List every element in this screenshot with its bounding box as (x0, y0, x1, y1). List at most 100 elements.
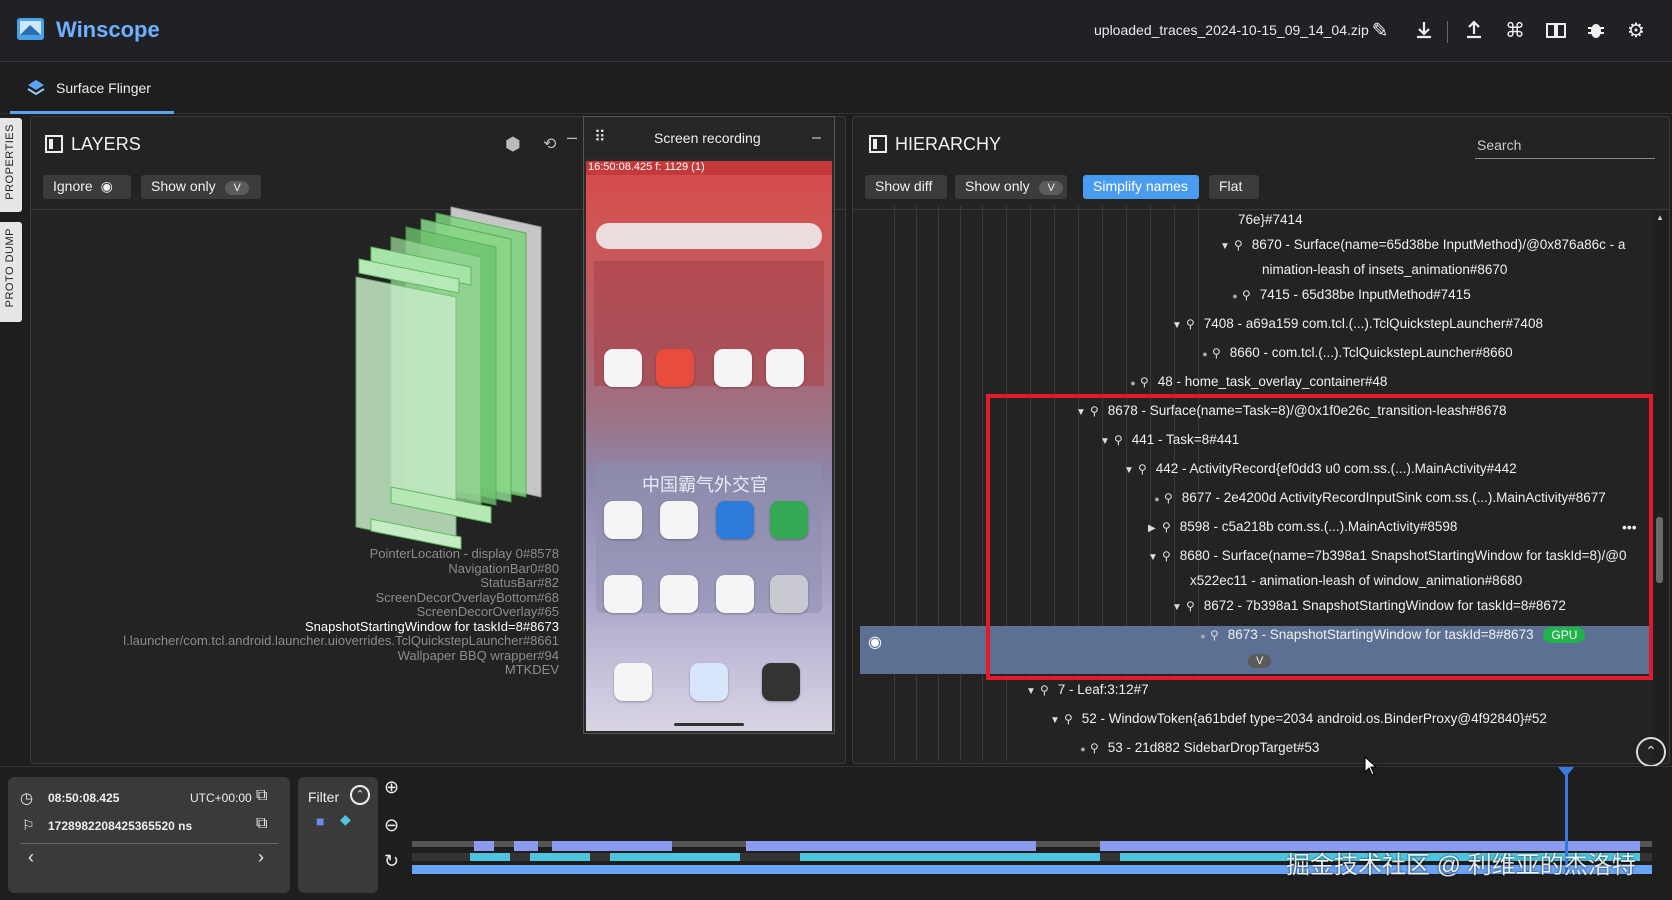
hierarchy-title: HIERARCHY (895, 134, 1002, 154)
flag-icon: ⚐ (22, 817, 35, 833)
settings-icon[interactable]: ⚙ (1624, 19, 1648, 43)
proto-dump-side-tab[interactable]: PROTO DUMP (0, 222, 22, 322)
expand-caret-icon[interactable]: ▼ (1172, 320, 1186, 331)
play-store-app-icon (660, 575, 698, 613)
gmail-app-icon (714, 349, 752, 387)
tree-row[interactable]: nimation-leash of insets_animation#8670 (1262, 262, 1507, 288)
tab-surface-flinger[interactable]: Surface Flinger (10, 62, 174, 114)
pin-icon[interactable]: ⚲ (1090, 741, 1104, 755)
surface-flinger-trace-icon[interactable]: ◆ (340, 811, 351, 828)
tree-row[interactable]: ● ⚲ 53 - 21d882 SidebarDropTarget#53 (1076, 740, 1319, 766)
minimize-icon[interactable]: – (812, 129, 821, 147)
expand-caret-icon[interactable]: ▼ (1026, 686, 1040, 697)
pin-icon[interactable]: ⚲ (1140, 375, 1154, 389)
filter-expand-icon[interactable]: ⌃ (350, 785, 370, 805)
layer-label[interactable]: l.launcher/com.tcl.android.launcher.uiov… (123, 633, 559, 649)
copy-icon[interactable]: ⧉ (256, 815, 267, 833)
tree-row[interactable]: 76e}#7414 (1238, 212, 1303, 238)
phone-app-icon (614, 663, 652, 701)
leaf-dot-icon: ● (1202, 349, 1208, 359)
show-only-toggle[interactable]: Show only V (141, 175, 261, 199)
timeline-tracks[interactable] (410, 767, 1662, 900)
docs-icon[interactable] (1544, 19, 1568, 43)
pin-icon[interactable]: ⚲ (1242, 288, 1256, 302)
pin-icon[interactable]: ⚲ (1234, 238, 1248, 252)
tree-row[interactable]: ● ⚲ 7415 - 65d38be InputMethod#7415 (1228, 287, 1470, 313)
pin-icon[interactable]: ⚲ (1186, 317, 1200, 331)
annotation-highlight-box (986, 394, 1653, 680)
scroll-to-selected-icon[interactable]: ⌃ (1636, 737, 1666, 767)
show-only-label: Show only (151, 178, 216, 194)
time-value[interactable]: 08:50:08.425 (48, 791, 119, 805)
layer-label[interactable]: Wallpaper BBQ wrapper#94 (123, 648, 559, 664)
layer-label-highlighted[interactable]: SnapshotStartingWindow for taskId=8#8673 (123, 619, 559, 635)
zoom-in-icon[interactable]: ⊕ (384, 777, 399, 798)
next-entry-icon[interactable]: › (258, 847, 264, 868)
panel-divider (853, 209, 1669, 210)
scroll-up-icon[interactable]: ▲ (1656, 213, 1664, 222)
bug-report-icon[interactable] (1584, 19, 1608, 43)
flat-toggle[interactable]: Flat (1209, 175, 1259, 199)
tree-scrollbar[interactable]: ▲ (1653, 211, 1667, 763)
download-icon[interactable] (1412, 19, 1436, 43)
expand-caret-icon[interactable]: ▼ (1220, 241, 1234, 252)
app-title: Winscope (56, 17, 160, 42)
filter-label[interactable]: Filter (308, 789, 339, 805)
layer-label[interactable]: MTKDEV (123, 662, 559, 678)
properties-side-tab[interactable]: PROPERTIES (0, 118, 22, 212)
timestamp-ns-value[interactable]: 1728982208425365520 ns (48, 819, 192, 833)
tree-guide (894, 206, 895, 761)
zoom-out-icon[interactable]: ⊖ (384, 815, 399, 836)
leaf-dot-icon: ● (1232, 291, 1238, 301)
tree-row[interactable]: ● ⚲ 8660 - com.tcl.(...).TclQuickstepLaun… (1198, 345, 1512, 371)
search-input[interactable]: Search (1475, 127, 1655, 159)
smart-manager-app-icon (716, 501, 754, 539)
tree-guide (960, 206, 961, 761)
mouse-pointer-icon (1364, 756, 1378, 776)
copy-icon[interactable]: ⧉ (256, 787, 267, 805)
pin-icon[interactable]: ⚲ (1064, 712, 1078, 726)
top-app-bar: Winscope uploaded_traces_2024-10-15_09_1… (0, 0, 1672, 62)
screen-recording-header[interactable]: ⠿ Screen recording – (584, 117, 834, 157)
pin-icon[interactable]: ⚲ (1040, 683, 1054, 697)
reset-zoom-icon[interactable]: ↻ (384, 851, 399, 872)
pin-icon[interactable]: ⚲ (1212, 346, 1226, 360)
row-text: 53 - 21d882 SidebarDropTarget#53 (1107, 740, 1320, 755)
layer-label[interactable]: StatusBar#82 (123, 575, 559, 591)
layer-label[interactable]: ScreenDecorOverlayBottom#68 (123, 590, 559, 606)
scrollbar-thumb[interactable] (1656, 517, 1663, 583)
winscope-logo-icon (17, 18, 44, 40)
tree-row[interactable]: ▼ ⚲ 7408 - a69a159 com.tcl.(...).TclQuick… (1172, 316, 1543, 342)
tree-row[interactable]: ▼ ⚲ 7 - Leaf:3:12#7 (1026, 682, 1149, 708)
tree-guide (938, 206, 939, 761)
row-text: 52 - WindowToken{a61bdef type=2034 andro… (1081, 711, 1547, 726)
show-only-toggle[interactable]: Show only V (955, 175, 1067, 199)
google-folder-icon (604, 575, 642, 613)
prev-entry-icon[interactable]: ‹ (28, 847, 34, 868)
visibility-eye-icon[interactable]: ◉ (868, 632, 882, 652)
drag-handle-icon[interactable]: ⠿ (594, 127, 606, 147)
layers-3d-view[interactable] (311, 197, 591, 557)
panel-collapse-icon[interactable] (869, 135, 887, 153)
rotate-view-icon[interactable]: ⟲ (543, 134, 556, 154)
layer-label[interactable]: NavigationBar0#80 (123, 561, 559, 577)
show-diff-toggle[interactable]: Show diff (865, 175, 947, 199)
expand-caret-icon[interactable]: ▼ (1050, 715, 1064, 726)
simplify-names-toggle[interactable]: Simplify names (1083, 175, 1199, 199)
upload-icon[interactable] (1462, 19, 1486, 43)
panel-collapse-icon[interactable] (45, 135, 63, 153)
screen-recording-overlay[interactable]: ⠿ Screen recording – 16:50:08.425 f: 112… (583, 116, 835, 734)
tree-row[interactable]: ▼ ⚲ 52 - WindowToken{a61bdef type=2034 an… (1050, 711, 1547, 737)
trace-tab-bar: Surface Flinger (0, 62, 1672, 114)
ignore-toggle[interactable]: Ignore ◉ (43, 175, 131, 199)
timezone-label: UTC+00:00 (190, 791, 252, 805)
screen-recording-trace-icon[interactable]: ■ (316, 813, 324, 829)
layer-label[interactable]: PointerLocation - display 0#8578 (123, 546, 559, 562)
layer-label[interactable]: ScreenDecorOverlay#65 (123, 604, 559, 620)
toutiao-app-icon (656, 349, 694, 387)
edit-icon[interactable]: ✎ (1368, 19, 1392, 43)
3d-view-icon[interactable]: ⬢ (505, 134, 521, 155)
shortcuts-icon[interactable]: ⌘ (1503, 19, 1527, 43)
tree-row[interactable]: ▼ ⚲ 8670 - Surface(name=65d38be InputMeth… (1220, 237, 1625, 263)
minimize-icon[interactable]: – (567, 127, 577, 148)
